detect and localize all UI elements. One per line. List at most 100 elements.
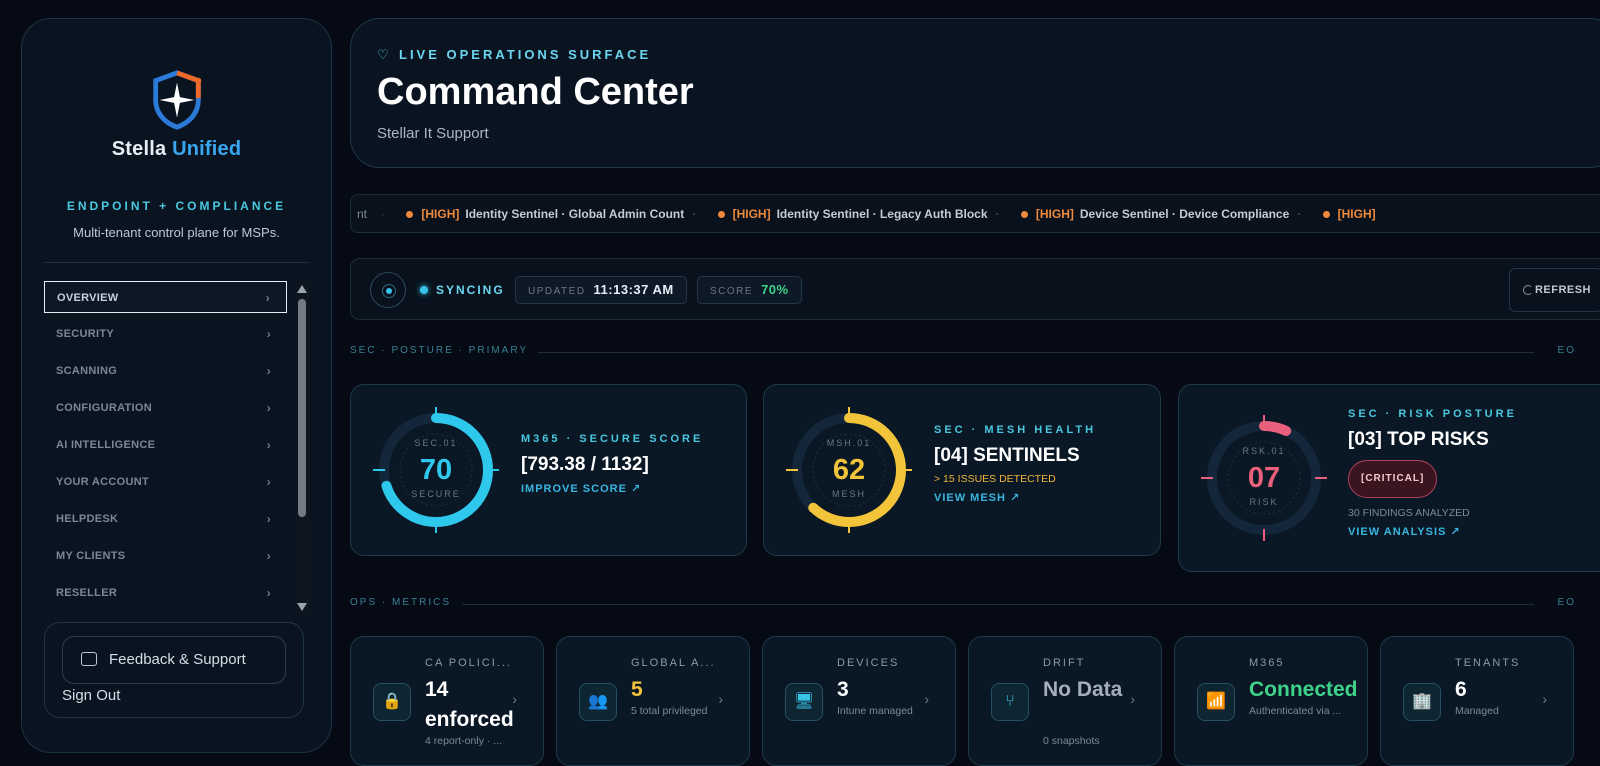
metric-sub: 4 report-only · ... [425, 735, 503, 747]
metric-card-ca-policies[interactable]: 🔒 CA POLICI... 14 enforced 4 report-only… [350, 636, 544, 766]
sidebar-item-label: CONFIGURATION [56, 402, 152, 414]
risk-posture-card[interactable]: RSK.01 07 RISK SEC · RISK POSTURE [03] T… [1178, 384, 1600, 572]
sidebar-item-label: SECURITY [56, 328, 115, 340]
brand-name-accent: Unified [172, 138, 242, 160]
metric-label: DRIFT [1043, 657, 1086, 669]
secure-score-gauge: SEC.01 70 SECURE [373, 407, 499, 533]
card-text: M365 · SECURE SCORE [793.38 / 1132] IMPR… [521, 433, 703, 495]
risk-posture-gauge: RSK.01 07 RISK [1201, 415, 1327, 541]
scroll-up-arrow-icon[interactable] [297, 285, 307, 293]
git-branch-icon: ⑂ [991, 683, 1029, 721]
sidebar-item-helpdesk[interactable]: HELPDESK › [44, 503, 287, 535]
ticker-item-level: [HIGH] [1035, 207, 1074, 221]
ticker-item-partial[interactable]: nt · [357, 195, 386, 232]
sidebar-item-reseller[interactable]: RESELLER › [44, 577, 287, 609]
shield-star-icon [152, 70, 201, 130]
view-analysis-link[interactable]: VIEW ANALYSIS ↗ [1348, 525, 1517, 538]
ticker-item[interactable]: [HIGH] Device Sentinel · Device Complianc… [1020, 195, 1302, 232]
chevron-right-icon: › [718, 691, 723, 707]
score-key: SCORE [710, 286, 754, 297]
improve-score-link[interactable]: IMPROVE SCORE ↗ [521, 482, 703, 495]
sign-out-link[interactable]: Sign Out [62, 687, 120, 704]
refresh-button[interactable]: REFRESH [1509, 268, 1600, 312]
chevron-right-icon: › [1130, 691, 1135, 707]
score-pill: SCORE 70% [697, 276, 802, 304]
wifi-icon: 📶 [1197, 683, 1235, 721]
sidebar-item-my-clients[interactable]: MY CLIENTS › [44, 540, 287, 572]
section-divider [462, 604, 1534, 605]
hero-eyebrow: ♡ LIVE OPERATIONS SURFACE [377, 47, 651, 63]
issues-note: > 15 ISSUES DETECTED [934, 473, 1056, 485]
sidebar-item-scanning[interactable]: SCANNING › [44, 355, 287, 387]
metric-card-global-admins[interactable]: 👥 GLOBAL A... 5 5 total privileged › [556, 636, 750, 766]
ticker-item-level: [HIGH] [1337, 207, 1376, 221]
gauge-value: 07 [1248, 462, 1280, 494]
sync-status-label: SYNCING [436, 283, 505, 297]
sidebar-scrollbar[interactable] [294, 281, 310, 615]
card-text: SEC · RISK POSTURE [03] TOP RISKS [CRITI… [1348, 408, 1517, 538]
sidebar-item-label: SCANNING [56, 365, 118, 377]
sidebar-item-label: YOUR ACCOUNT [56, 476, 150, 488]
sync-status-bar: SYNCING UPDATED 11:13:37 AM SCORE 70% REFR… [350, 258, 1600, 320]
scrollbar-thumb[interactable] [298, 299, 306, 517]
chevron-right-icon: › [266, 364, 271, 378]
metric-card-devices[interactable]: 🖥 DEVICES 3 Intune managed › [762, 636, 956, 766]
alert-dot-icon [717, 211, 725, 219]
alert-dot-icon [1020, 211, 1028, 219]
brand-name-primary: Stella [111, 138, 167, 160]
gauge-label: MESH [832, 489, 866, 499]
section-end-label: EO [1557, 597, 1576, 608]
sidebar-item-your-account[interactable]: YOUR ACCOUNT › [44, 466, 287, 498]
findings-count: 30 FINDINGS ANALYZED [1348, 507, 1470, 519]
gauge-label: SECURE [411, 489, 461, 499]
alert-dot-icon [406, 211, 414, 219]
feedback-support-button[interactable]: Feedback & Support [62, 636, 286, 684]
ticker-item-text: nt [357, 207, 368, 221]
metric-card-tenants[interactable]: 🏢 TENANTS 6 Managed › [1380, 636, 1574, 766]
ticker-separator: · [381, 207, 386, 221]
metric-sub: 5 total privileged [631, 705, 708, 717]
sidebar-tagline: ENDPOINT + COMPLIANCE [66, 199, 287, 213]
gauge-value: 62 [833, 454, 865, 486]
sidebar-divider [44, 262, 309, 263]
page-title: Command Center [377, 71, 694, 113]
section-end-label: EO [1557, 345, 1576, 356]
sidebar-item-security[interactable]: SECURITY › [44, 318, 287, 350]
metric-label: DEVICES [837, 657, 900, 669]
updated-key: UPDATED [528, 286, 586, 297]
scroll-down-arrow-icon[interactable] [297, 603, 307, 611]
metric-value: Connected [1249, 678, 1358, 701]
sidebar-footer: Feedback & Support Sign Out [44, 622, 304, 718]
ticker-item-text: Identity Sentinel · Global Admin Count [465, 207, 685, 221]
ticker-item[interactable]: [HIGH] [1322, 195, 1382, 232]
sidebar-item-ai-intelligence[interactable]: AI INTELLIGENCE › [44, 429, 287, 461]
mesh-health-card[interactable]: MSH.01 62 MESH SEC · MESH HEALTH [04] SE… [763, 384, 1161, 556]
brand-name: Stella Unified [22, 138, 331, 161]
metric-label: CA POLICI... [425, 657, 511, 669]
secure-score-card[interactable]: SEC.01 70 SECURE M365 · SECURE SCORE [79… [350, 384, 747, 556]
metric-sub: Intune managed [837, 705, 913, 717]
chevron-right-icon: › [266, 401, 271, 415]
ticker-separator: · [995, 207, 1000, 221]
ticker-item[interactable]: [HIGH] Identity Sentinel · Legacy Auth Bl… [717, 195, 1000, 232]
alert-dot-icon [1322, 211, 1330, 219]
hero-eyebrow-text: LIVE OPERATIONS SURFACE [399, 47, 652, 62]
alert-ticker: nt · [HIGH] Identity Sentinel · Global Adm… [350, 194, 1600, 233]
chevron-right-icon: › [266, 586, 271, 600]
metric-card-m365[interactable]: 📶 M365 Connected Authenticated via ... [1174, 636, 1368, 766]
radar-icon [370, 272, 406, 308]
metric-value: 14 enforced [425, 678, 514, 731]
brand-logo[interactable]: Stella Unified [22, 69, 331, 161]
sync-indicator-dot [420, 286, 428, 294]
metric-card-drift[interactable]: ⑂ DRIFT No Data 0 snapshots › [968, 636, 1162, 766]
sidebar-item-overview[interactable]: OVERVIEW › [44, 281, 287, 313]
metric-value: 6 [1455, 678, 1467, 701]
sidebar-item-configuration[interactable]: CONFIGURATION › [44, 392, 287, 424]
ticker-separator: · [692, 207, 697, 221]
ticker-item-text: Device Sentinel · Device Compliance [1079, 207, 1290, 221]
building-icon: 🏢 [1403, 683, 1441, 721]
metric-sub: 0 snapshots [1043, 735, 1100, 747]
ticker-separator: · [1297, 207, 1302, 221]
view-mesh-link[interactable]: VIEW MESH ↗ [934, 491, 1096, 504]
ticker-item[interactable]: [HIGH] Identity Sentinel · Global Admin C… [406, 195, 697, 232]
